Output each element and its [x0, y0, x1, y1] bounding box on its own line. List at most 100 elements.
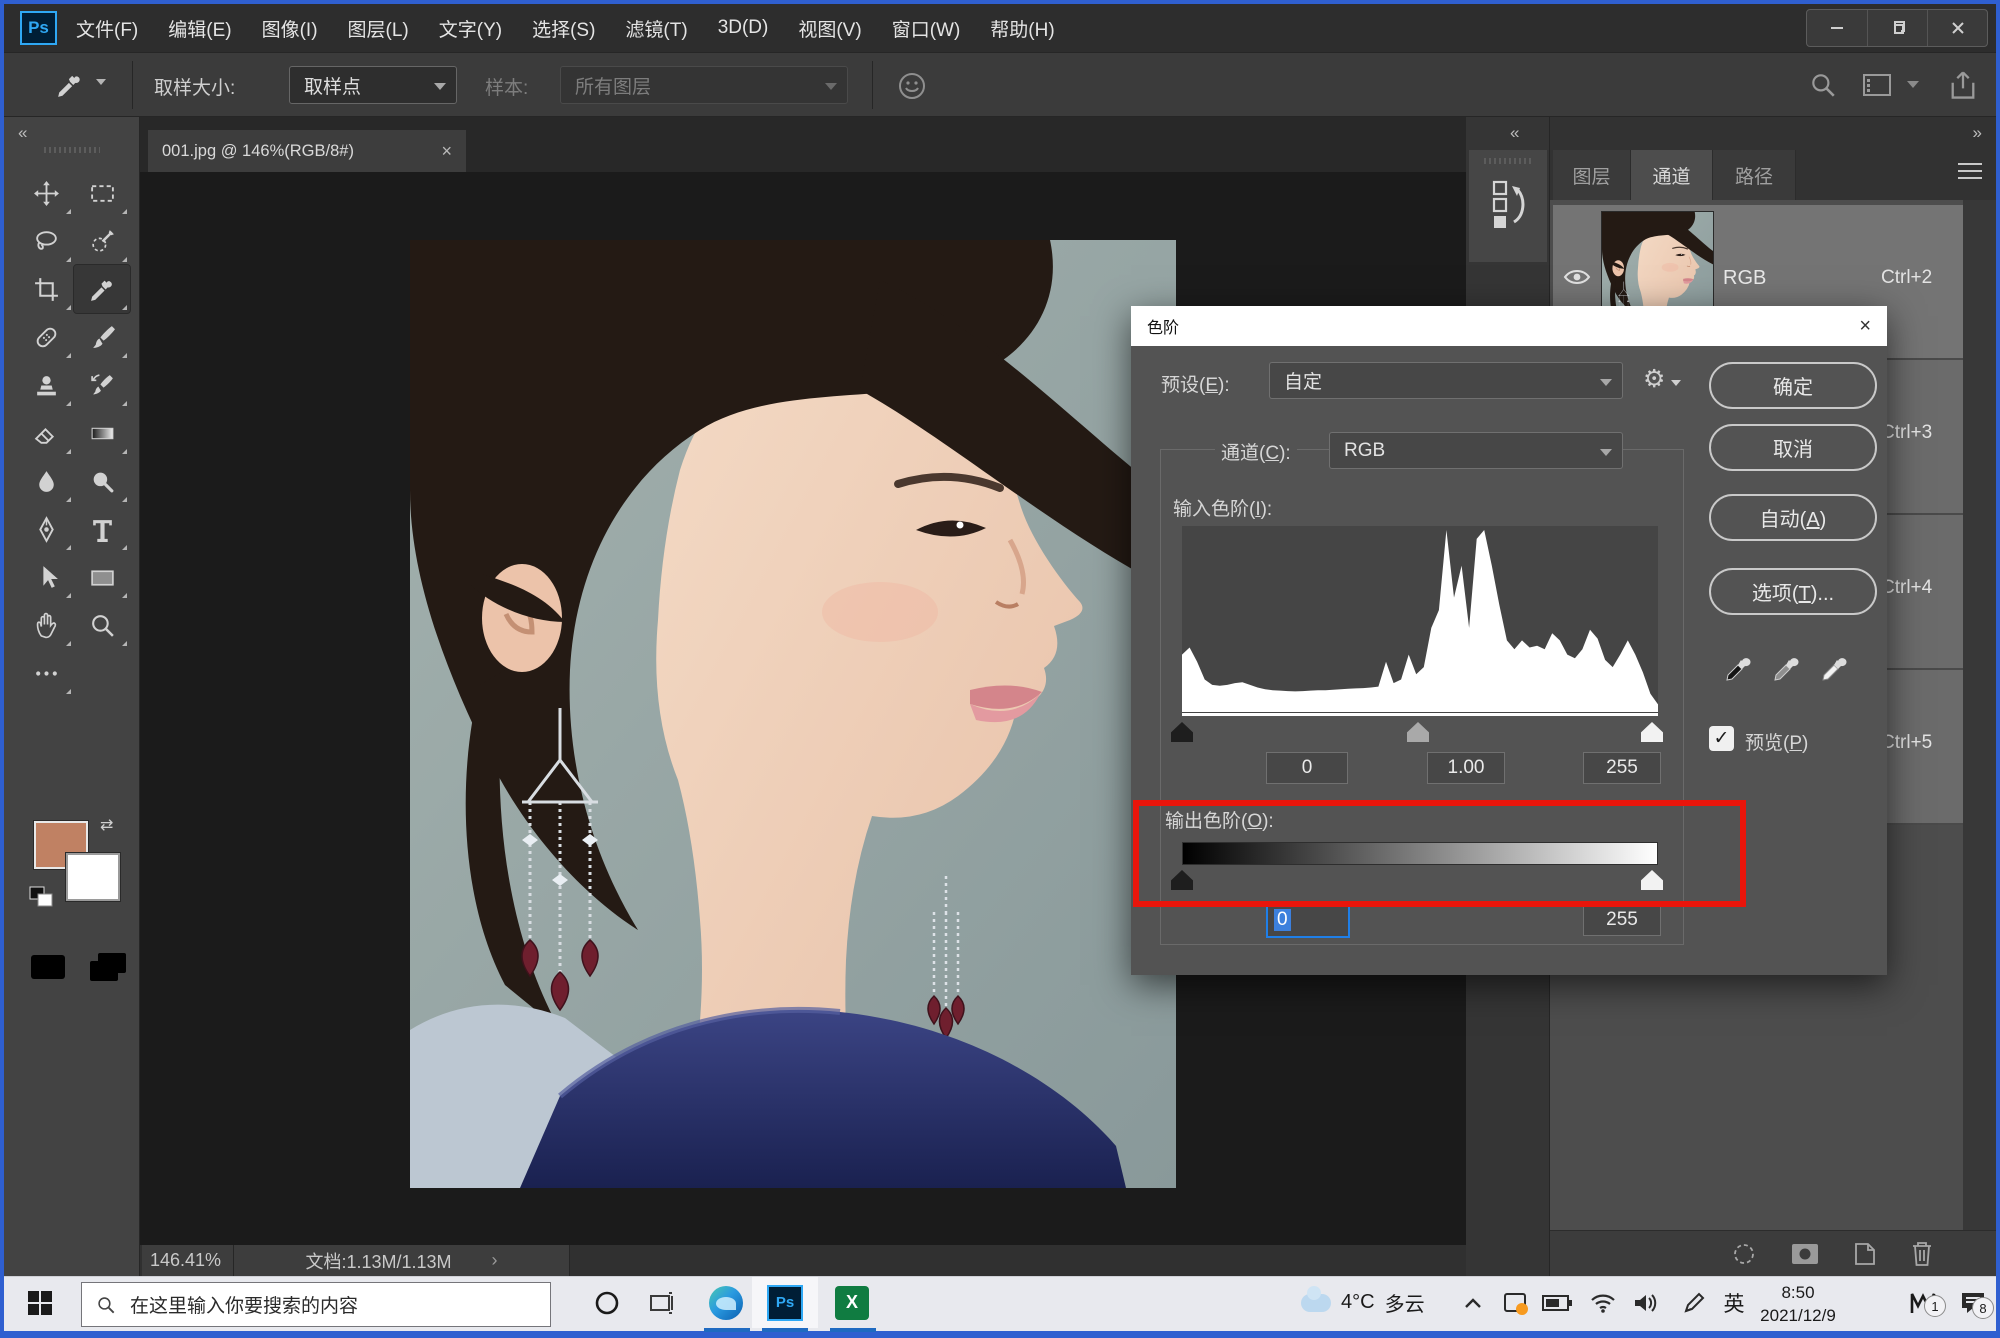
- weather-icon[interactable]: [1298, 1277, 1334, 1328]
- excel-taskbar-button[interactable]: X: [826, 1277, 878, 1328]
- taskbar-search-input[interactable]: 在这里输入你要搜索的内容: [81, 1282, 551, 1327]
- preset-select[interactable]: 自定: [1269, 362, 1623, 399]
- output-highlight-field[interactable]: 255: [1583, 904, 1661, 936]
- tool-blur[interactable]: [18, 457, 74, 505]
- preview-checkbox[interactable]: ✓: [1709, 726, 1734, 751]
- tool-stamp[interactable]: [18, 361, 74, 409]
- document-tab[interactable]: 001.jpg @ 146%(RGB/8#) ×: [148, 130, 466, 172]
- input-shadow-field[interactable]: 0: [1266, 752, 1348, 784]
- tool-pen[interactable]: [18, 505, 74, 553]
- input-highlight-field[interactable]: 255: [1583, 752, 1661, 784]
- tool-path-select[interactable]: [18, 553, 74, 601]
- menu-item-6[interactable]: 滤镜(T): [625, 15, 687, 42]
- options-button[interactable]: 选项(T)...: [1709, 568, 1877, 615]
- menu-item-0[interactable]: 文件(F): [76, 15, 138, 42]
- menu-item-3[interactable]: 图层(L): [348, 15, 409, 42]
- menu-item-9[interactable]: 窗口(W): [892, 15, 961, 42]
- ime-indicator[interactable]: 英: [1716, 1277, 1752, 1328]
- menu-item-4[interactable]: 文字(Y): [439, 15, 502, 42]
- clock[interactable]: 8:50 2021/12/9: [1752, 1281, 1844, 1327]
- new-channel-icon[interactable]: [1852, 1241, 1878, 1267]
- history-panel-button[interactable]: [1469, 150, 1547, 262]
- start-button[interactable]: [18, 1277, 62, 1328]
- tool-crop[interactable]: [18, 265, 74, 313]
- white-point-eyedropper-icon[interactable]: [1819, 648, 1853, 684]
- panel-menu-icon[interactable]: [1958, 163, 1982, 179]
- collapse-panel-icon[interactable]: «: [1510, 123, 1519, 143]
- tool-zoom[interactable]: [74, 601, 130, 649]
- workspace-icon[interactable]: [1862, 71, 1892, 99]
- photo-image[interactable]: [410, 240, 1176, 1188]
- chevron-down-icon[interactable]: [1671, 380, 1681, 386]
- sample-size-select[interactable]: 取样点: [289, 66, 457, 104]
- quick-mask-icon[interactable]: [28, 951, 68, 983]
- channel-select[interactable]: RGB: [1329, 432, 1623, 469]
- tool-shape[interactable]: [74, 553, 130, 601]
- visibility-eye-icon[interactable]: [1563, 267, 1591, 287]
- ok-button[interactable]: 确定: [1709, 362, 1877, 409]
- save-mask-icon[interactable]: [1790, 1242, 1820, 1266]
- tool-ellipsis[interactable]: [18, 649, 74, 697]
- dialog-close-icon[interactable]: ×: [1859, 315, 1871, 338]
- chevron-down-icon[interactable]: [1907, 81, 1919, 88]
- tool-type[interactable]: [74, 505, 130, 553]
- security-tray-icon[interactable]: [1496, 1277, 1534, 1328]
- dialog-title-bar[interactable]: 色阶 ×: [1131, 306, 1887, 346]
- menu-item-2[interactable]: 图像(I): [262, 15, 318, 42]
- tool-move[interactable]: [18, 169, 74, 217]
- tool-gradient[interactable]: [74, 409, 130, 457]
- tool-dodge[interactable]: [74, 457, 130, 505]
- menu-item-7[interactable]: 3D(D): [718, 17, 769, 39]
- menu-item-8[interactable]: 视图(V): [798, 15, 861, 42]
- photoshop-taskbar-button[interactable]: Ps: [752, 1277, 818, 1328]
- task-view-button[interactable]: [640, 1277, 684, 1328]
- tab-paths[interactable]: 路径: [1713, 150, 1796, 200]
- tool-quick-select[interactable]: [74, 217, 130, 265]
- tool-marquee[interactable]: [74, 169, 130, 217]
- cortana-button[interactable]: [585, 1277, 629, 1328]
- tool-hand[interactable]: [18, 601, 74, 649]
- pen-tray-icon[interactable]: [1676, 1277, 1712, 1328]
- status-more-icon[interactable]: ›: [492, 1250, 498, 1271]
- preset-options-gear-icon[interactable]: ⚙: [1643, 364, 1665, 394]
- tool-lasso[interactable]: [18, 217, 74, 265]
- tool-brush[interactable]: [74, 313, 130, 361]
- wifi-icon[interactable]: [1584, 1277, 1622, 1328]
- background-swatch[interactable]: [65, 852, 121, 902]
- tool-eyedropper[interactable]: [73, 264, 131, 314]
- menu-item-5[interactable]: 选择(S): [532, 15, 595, 42]
- search-icon[interactable]: [1809, 71, 1837, 99]
- default-colors-icon[interactable]: [28, 885, 54, 914]
- menu-item-1[interactable]: 编辑(E): [168, 15, 231, 42]
- input-midtone-field[interactable]: 1.00: [1427, 752, 1505, 784]
- current-tool-eyedropper-icon[interactable]: [56, 71, 84, 99]
- swap-colors-icon[interactable]: ⇄: [100, 815, 113, 835]
- volume-icon[interactable]: [1626, 1277, 1664, 1328]
- restore-button[interactable]: [1867, 10, 1927, 46]
- tab-layers[interactable]: 图层: [1553, 150, 1631, 200]
- smiley-icon[interactable]: [897, 71, 927, 101]
- gray-point-eyedropper-icon[interactable]: [1771, 648, 1805, 684]
- tool-preset-chevron-icon[interactable]: [96, 79, 106, 85]
- auto-button[interactable]: 自动(A): [1709, 494, 1877, 541]
- share-icon[interactable]: [1948, 69, 1978, 101]
- edge-button[interactable]: [700, 1277, 752, 1328]
- tool-eraser[interactable]: [18, 409, 74, 457]
- delete-trash-icon[interactable]: [1910, 1240, 1934, 1268]
- output-shadow-field[interactable]: 0: [1266, 902, 1350, 938]
- tray-expand-chevron-icon[interactable]: [1456, 1277, 1490, 1328]
- notification-center-icon[interactable]: 8: [1950, 1277, 1996, 1328]
- menu-item-10[interactable]: 帮助(H): [990, 15, 1054, 42]
- mail-tray-icon[interactable]: 1: [1900, 1277, 1948, 1328]
- load-selection-icon[interactable]: [1730, 1240, 1758, 1268]
- tool-history-brush[interactable]: [74, 361, 130, 409]
- tab-close-icon[interactable]: ×: [441, 141, 452, 162]
- panel-grip[interactable]: [43, 147, 100, 153]
- zoom-level-field[interactable]: 146.41%: [142, 1245, 234, 1276]
- screen-mode-icon[interactable]: [86, 949, 130, 985]
- tool-healing[interactable]: [18, 313, 74, 361]
- minimize-button[interactable]: [1807, 10, 1867, 46]
- battery-icon[interactable]: [1538, 1277, 1576, 1328]
- cancel-button[interactable]: 取消: [1709, 424, 1877, 471]
- weather-info[interactable]: 4°C 多云: [1341, 1277, 1425, 1328]
